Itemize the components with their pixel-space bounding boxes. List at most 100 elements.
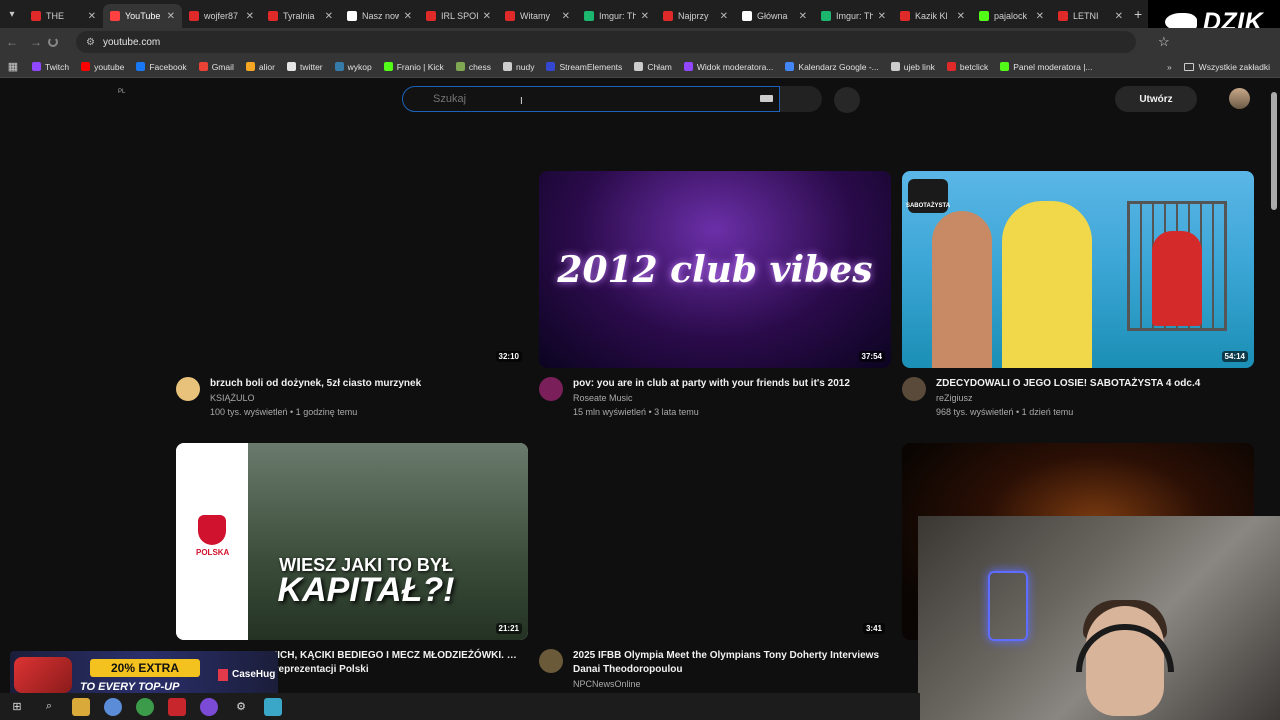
video-card[interactable]: POLSKA WIESZ JAKI TO BYŁ KAPITAŁ?! 21:21	[176, 443, 528, 640]
tab-close-icon[interactable]: ✕	[799, 11, 807, 22]
windows-start-icon[interactable]: ⊞	[8, 698, 26, 716]
video-card[interactable]: SABOTAŻYSTA 54:14 ZDECYDOWALI O JEGO LOS…	[902, 171, 1254, 419]
site-info-icon[interactable]: ⚙	[86, 37, 95, 48]
tab-search-icon[interactable]: ▾	[0, 0, 24, 28]
tab-close-icon[interactable]: ✕	[720, 11, 728, 22]
video-card[interactable]: 32:10 brzuch boli od dożynek, 5zł ciasto…	[176, 171, 528, 419]
browser-tab[interactable]: IRL SPOI ✕	[419, 4, 498, 28]
tab-close-icon[interactable]: ✕	[1115, 11, 1123, 22]
browser-tab[interactable]: Najprzy ✕	[656, 4, 735, 28]
browser-tab[interactable]: Imgur: Th ✕	[577, 4, 656, 28]
app-icon[interactable]	[264, 697, 282, 716]
tab-close-icon[interactable]: ✕	[167, 11, 175, 22]
channel-avatar[interactable]	[176, 377, 200, 401]
video-thumbnail[interactable]: SABOTAŻYSTA 54:14	[902, 171, 1254, 368]
channel-avatar[interactable]	[539, 377, 563, 401]
channel-avatar[interactable]	[539, 649, 563, 673]
bookmark-item[interactable]: Chłam	[628, 62, 678, 72]
back-button[interactable]: ←	[0, 35, 24, 49]
apps-icon[interactable]: ▦	[0, 60, 26, 73]
tab-close-icon[interactable]: ✕	[641, 11, 649, 22]
bookmark-item[interactable]: Widok moderatora...	[678, 62, 780, 72]
bookmark-item[interactable]: Facebook	[130, 62, 192, 72]
tab-favicon-icon	[584, 11, 594, 21]
bookmark-item[interactable]: Franio | Kick	[378, 62, 450, 72]
bookmark-item[interactable]: chess	[450, 62, 497, 72]
search-button[interactable]	[780, 86, 822, 112]
browser-tab[interactable]: Tyralnia ✕	[261, 4, 340, 28]
new-tab-button[interactable]: +	[1134, 6, 1142, 22]
bookmark-item[interactable]: twitter	[281, 62, 329, 72]
url-field[interactable]: ⚙ youtube.com	[76, 31, 1136, 53]
browser-tab[interactable]: Główna ✕	[735, 4, 814, 28]
bookmark-item[interactable]: youtube	[75, 62, 130, 72]
voice-search-button[interactable]	[834, 87, 860, 113]
chrome-icon[interactable]	[136, 697, 154, 716]
tab-close-icon[interactable]: ✕	[325, 11, 333, 22]
video-title[interactable]: 2025 IFBB Olympia Meet the Olympians Ton…	[573, 649, 891, 677]
bookmark-item[interactable]: Gmail	[193, 62, 240, 72]
video-thumbnail[interactable]: 2012 club vibes 37:54	[539, 171, 891, 368]
create-button[interactable]: Utwórz	[1115, 86, 1197, 112]
search-input[interactable]	[433, 93, 733, 105]
video-title[interactable]: ZDECYDOWALI O JEGO LOSIE! SABOTAŻYSTA 4 …	[936, 377, 1200, 391]
bookmark-item[interactable]: nudy	[497, 62, 540, 72]
bookmark-item[interactable]: StreamElements	[540, 62, 628, 72]
bookmark-favicon-icon	[890, 62, 900, 71]
bookmark-item[interactable]: betclick	[941, 62, 994, 72]
browser-tab[interactable]: Nasz now ✕	[340, 4, 419, 28]
tab-close-icon[interactable]: ✕	[404, 11, 412, 22]
search-icon[interactable]: ⌕	[40, 698, 58, 716]
bookmark-item[interactable]: ujeb link	[885, 62, 941, 72]
bookmark-item[interactable]: Kalendarz Google -...	[779, 62, 884, 72]
bookmarks-overflow-icon[interactable]: »	[1155, 62, 1184, 72]
app-icon[interactable]	[168, 697, 186, 716]
bookmark-label: wykop	[347, 61, 372, 72]
tab-close-icon[interactable]: ✕	[246, 11, 254, 22]
browser-tab[interactable]: Imgur: Th ✕	[814, 4, 893, 28]
video-card[interactable]: 3:41 2025 IFBB Olympia Meet the Olympian…	[539, 443, 891, 691]
tab-close-icon[interactable]: ✕	[1036, 11, 1044, 22]
browser-tab[interactable]: THE ✕	[24, 4, 103, 28]
channel-avatar[interactable]	[902, 377, 926, 401]
browser-tab[interactable]: Kazik Kl ✕	[893, 4, 972, 28]
browser-tab[interactable]: wojfer87 ✕	[182, 4, 261, 28]
video-title[interactable]: pov: you are in club at party with your …	[573, 377, 850, 391]
channel-name[interactable]: Roseate Music	[573, 391, 850, 405]
bookmark-label: StreamElements	[559, 61, 623, 72]
file-explorer-icon[interactable]	[72, 697, 90, 716]
bookmark-favicon-icon	[136, 62, 146, 71]
tab-close-icon[interactable]: ✕	[483, 11, 491, 22]
bookmark-item[interactable]: Panel moderatora |...	[994, 62, 1098, 72]
app-icon[interactable]	[200, 697, 218, 716]
video-card[interactable]: 2012 club vibes 37:54 pov: you are in cl…	[539, 171, 891, 419]
tab-close-icon[interactable]: ✕	[878, 11, 886, 22]
forward-button[interactable]: →	[24, 35, 48, 49]
app-icon[interactable]	[104, 697, 122, 716]
keyboard-icon[interactable]	[760, 95, 773, 102]
browser-tab[interactable]: pajalock ✕	[972, 4, 1051, 28]
browser-tab[interactable]: Witamy ✕	[498, 4, 577, 28]
video-thumbnail[interactable]: 32:10	[176, 171, 528, 368]
browser-tab[interactable]: YouTube ✕	[103, 4, 182, 28]
channel-name[interactable]: reZigiusz	[936, 391, 1200, 405]
tab-close-icon[interactable]: ✕	[88, 11, 96, 22]
bookmark-item[interactable]: alior	[240, 62, 281, 72]
search-box[interactable]	[402, 86, 780, 112]
bookmark-star-icon[interactable]: ☆	[1158, 34, 1170, 50]
browser-tab[interactable]: LETNI ✕	[1051, 4, 1130, 28]
tab-close-icon[interactable]: ✕	[957, 11, 965, 22]
video-thumbnail[interactable]: POLSKA WIESZ JAKI TO BYŁ KAPITAŁ?! 21:21	[176, 443, 528, 640]
bookmark-item[interactable]: Twitch	[26, 62, 75, 72]
channel-name[interactable]: NPCNewsOnline	[573, 677, 891, 691]
video-thumbnail[interactable]: 3:41	[539, 443, 891, 640]
reload-button[interactable]	[48, 37, 72, 47]
all-bookmarks-button[interactable]: Wszystkie zakładki	[1183, 62, 1280, 72]
video-title[interactable]: brzuch boli od dożynek, 5zł ciasto murzy…	[210, 377, 421, 391]
channel-name[interactable]: KSIĄŻULO	[210, 391, 421, 405]
page-scrollbar[interactable]	[1271, 92, 1277, 210]
bookmark-item[interactable]: wykop	[329, 62, 378, 72]
account-avatar[interactable]	[1229, 88, 1250, 109]
settings-icon[interactable]: ⚙	[232, 698, 250, 716]
tab-close-icon[interactable]: ✕	[562, 11, 570, 22]
